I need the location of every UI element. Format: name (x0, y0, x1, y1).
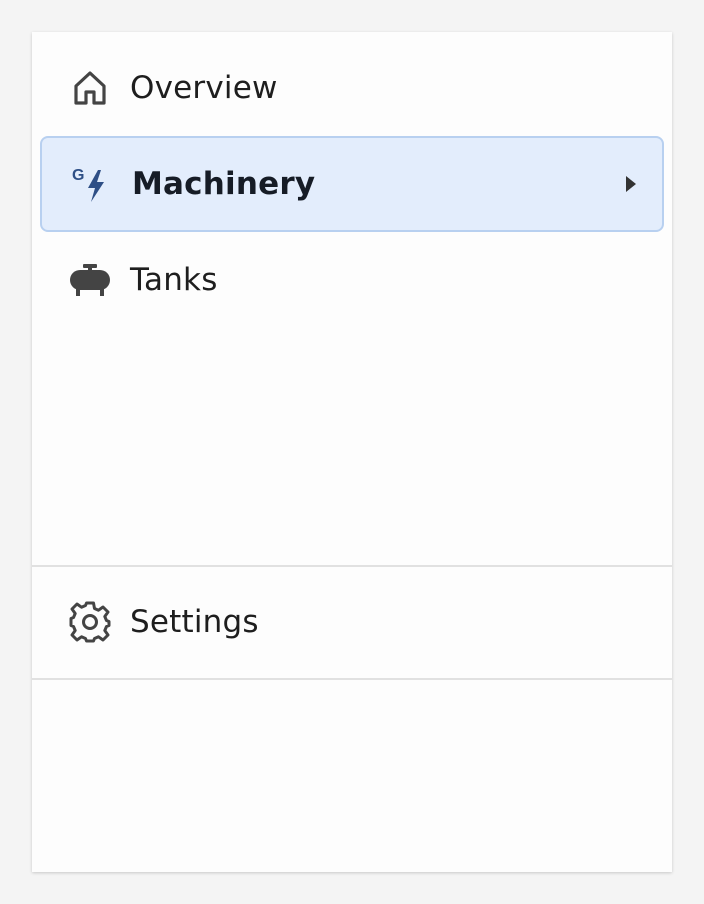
sidebar-item-label: Machinery (132, 166, 316, 202)
sidebar-item-label: Overview (130, 70, 278, 106)
generator-icon: G (70, 162, 114, 206)
divider-top (32, 565, 672, 567)
sidebar-nav: Overview G Machinery Tanks (32, 32, 672, 565)
home-icon (68, 66, 112, 110)
sidebar-item-settings[interactable]: Settings (40, 576, 664, 668)
tank-icon (68, 258, 112, 302)
gear-icon (68, 600, 112, 644)
chevron-right-icon (626, 176, 636, 192)
settings-label: Settings (130, 604, 259, 640)
generator-icon-letter: G (72, 167, 84, 184)
sidebar-item-overview[interactable]: Overview (40, 40, 664, 136)
sidebar-item-tanks[interactable]: Tanks (40, 232, 664, 328)
sidebar-item-label: Tanks (130, 262, 218, 298)
divider-bottom (32, 678, 672, 680)
sidebar-item-machinery[interactable]: G Machinery (40, 136, 664, 232)
sidebar-panel: Overview G Machinery Tanks Settings (32, 32, 672, 872)
